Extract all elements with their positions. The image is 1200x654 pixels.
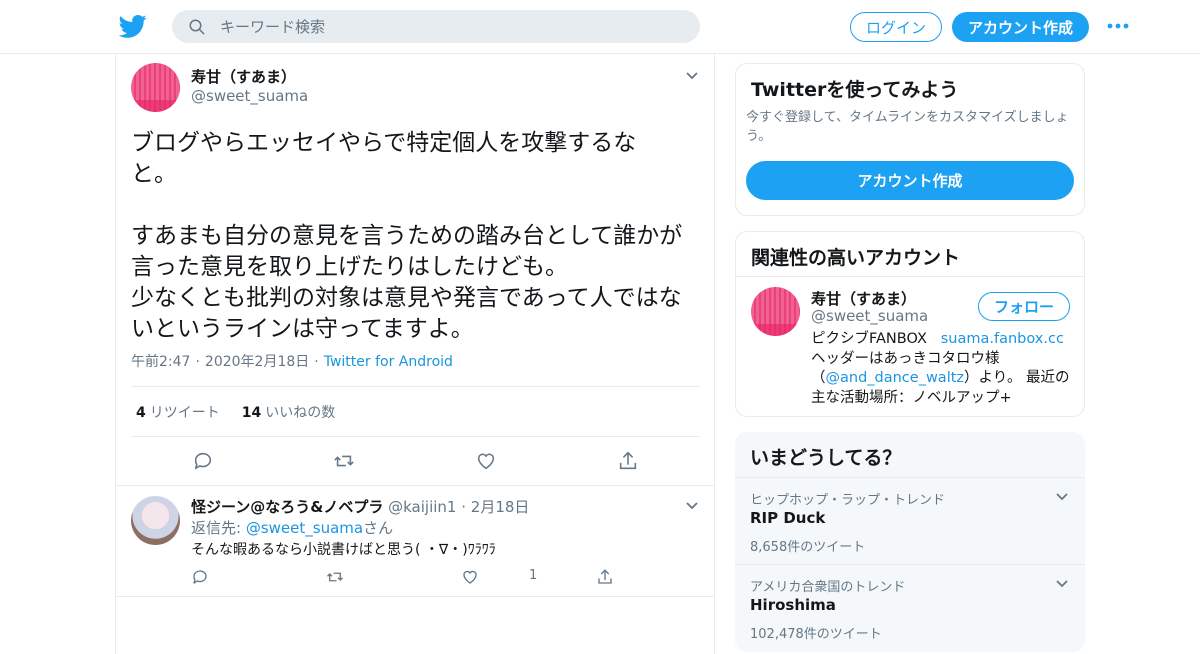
- retweet-count: 4: [136, 405, 146, 421]
- reply-icon[interactable]: [192, 450, 214, 472]
- search-icon: [189, 19, 205, 34]
- divider: [131, 386, 700, 387]
- search-bar[interactable]: [172, 10, 700, 43]
- trend-context: ヒップホップ・ラップ・トレンド: [750, 493, 946, 508]
- bio-text: ピクシブFANBOX: [811, 331, 927, 347]
- share-icon[interactable]: [617, 450, 639, 472]
- trend-name[interactable]: RIP Duck: [750, 509, 825, 527]
- trend-item[interactable]: アメリカ合衆国のトレンド Hiroshima 102,478件のツイート: [735, 564, 1085, 651]
- reply-icon[interactable]: [191, 568, 209, 586]
- bio-text: （: [811, 370, 826, 386]
- bio-text: ヘッダーはあっきコタロウ様: [811, 350, 1000, 367]
- reply-header: 怪ジーン@なろう&ノベプラ @kaijiin1 · 2月18日: [191, 496, 529, 517]
- tweet-source-link[interactable]: Twitter for Android: [324, 354, 453, 370]
- top-bar: ログイン アカウント作成: [0, 0, 1200, 54]
- trend-name[interactable]: Hiroshima: [750, 596, 836, 614]
- follow-button[interactable]: フォロー: [978, 292, 1070, 321]
- like-stat[interactable]: 14 いいねの数: [242, 402, 335, 422]
- chevron-down-icon[interactable]: [685, 501, 699, 511]
- author-avatar[interactable]: [131, 63, 180, 112]
- tweet-timestamp: 午前2:47 · 2020年2月18日 · Twitter for Android: [131, 351, 453, 371]
- divider: [116, 485, 714, 486]
- trend-tweet-count: 102,478件のツイート: [750, 627, 882, 642]
- reply-author-handle[interactable]: @kaijiin1: [388, 498, 456, 516]
- divider: [131, 436, 700, 437]
- signup-card: Twitterを使ってみよう 今すぐ登録して、タイムラインをカスタマイズしましょ…: [735, 63, 1085, 216]
- signup-button[interactable]: アカウント作成: [952, 12, 1089, 42]
- divider: [736, 276, 1084, 277]
- reply-text: そんな暇あるなら小説書けばと思う( ・∇・)ﾜﾗﾜﾗ: [191, 542, 496, 558]
- reply-to-line: 返信先: @sweet_suamaさん: [191, 517, 393, 538]
- signup-card-title: Twitterを使ってみよう: [751, 79, 959, 101]
- chevron-down-icon[interactable]: [685, 71, 699, 81]
- retweet-icon[interactable]: [333, 450, 355, 472]
- divider: [116, 596, 714, 597]
- reply-author-avatar[interactable]: [131, 496, 180, 545]
- trend-tweet-count: 8,658件のツイート: [750, 540, 866, 555]
- trend-context: アメリカ合衆国のトレンド: [750, 580, 906, 595]
- more-options-icon[interactable]: [1107, 20, 1129, 32]
- search-input[interactable]: [220, 17, 680, 36]
- like-heart-icon[interactable]: [461, 568, 479, 586]
- reply-to-prefix: 返信先:: [191, 519, 242, 537]
- trend-item[interactable]: ヒップホップ・ラップ・トレンド RIP Duck 8,658件のツイート: [735, 477, 1085, 564]
- separator-dot: ·: [314, 354, 319, 370]
- related-account-avatar[interactable]: [751, 287, 800, 336]
- separator-dot: ·: [195, 354, 200, 370]
- chevron-down-icon[interactable]: [1055, 579, 1069, 589]
- bio-mention-link[interactable]: @and_dance_waltz: [826, 370, 965, 386]
- separator-dot: ·: [456, 498, 471, 516]
- tweet-stats: 4 リツイート 14 いいねの数: [136, 402, 335, 422]
- reply-like-count: 1: [529, 568, 538, 583]
- signup-card-button[interactable]: アカウント作成: [746, 161, 1074, 200]
- related-account-name[interactable]: 寿甘（すあま）: [811, 288, 916, 309]
- author-handle[interactable]: @sweet_suama: [191, 87, 308, 105]
- like-label: いいねの数: [265, 405, 336, 421]
- author-name[interactable]: 寿甘（すあま）: [191, 66, 296, 87]
- tweet-date[interactable]: 2020年2月18日: [205, 354, 309, 370]
- bio-link[interactable]: suama.fanbox.cc: [941, 331, 1064, 347]
- trends-card: いまどうしてる？ ヒップホップ・ラップ・トレンド RIP Duck 8,658件…: [735, 432, 1085, 652]
- share-icon[interactable]: [596, 568, 614, 586]
- signup-card-description: 今すぐ登録して、タイムラインをカスタマイズしましょう。: [746, 110, 1069, 144]
- chevron-down-icon[interactable]: [1055, 492, 1069, 502]
- retweet-stat[interactable]: 4 リツイート: [136, 402, 220, 422]
- reply-actions: [191, 566, 631, 588]
- related-account-bio: ピクシブFANBOX suama.fanbox.cc ヘッダーはあっきコタロウ様…: [811, 330, 1076, 408]
- reply-date[interactable]: 2月18日: [471, 498, 530, 516]
- related-accounts-title: 関連性の高いアカウント: [751, 247, 961, 269]
- main-column: 寿甘（すあま） @sweet_suama ブログやらエッセイやらで特定個人を攻撃…: [115, 54, 715, 654]
- twitter-logo-icon[interactable]: [119, 12, 147, 40]
- reply-author-name[interactable]: 怪ジーン@なろう&ノベプラ: [191, 498, 383, 516]
- retweet-label: リツイート: [149, 405, 220, 421]
- trends-title: いまどうしてる？: [750, 447, 902, 469]
- related-accounts-card: 関連性の高いアカウント 寿甘（すあま） @sweet_suama フォロー ピク…: [735, 231, 1085, 417]
- retweet-icon[interactable]: [326, 568, 344, 586]
- tweet-actions: [116, 446, 714, 476]
- tweet-text: ブログやらエッセイやらで特定個人を攻撃するな と。 すあまも自分の意見を言うため…: [131, 130, 683, 342]
- related-account-handle[interactable]: @sweet_suama: [811, 307, 928, 325]
- like-heart-icon[interactable]: [475, 450, 497, 472]
- login-button[interactable]: ログイン: [850, 12, 942, 42]
- like-count: 14: [241, 405, 262, 421]
- reply-to-suffix: さん: [363, 519, 394, 537]
- tweet-time[interactable]: 午前2:47: [131, 354, 190, 370]
- reply-to-mention-link[interactable]: @sweet_suama: [246, 519, 363, 537]
